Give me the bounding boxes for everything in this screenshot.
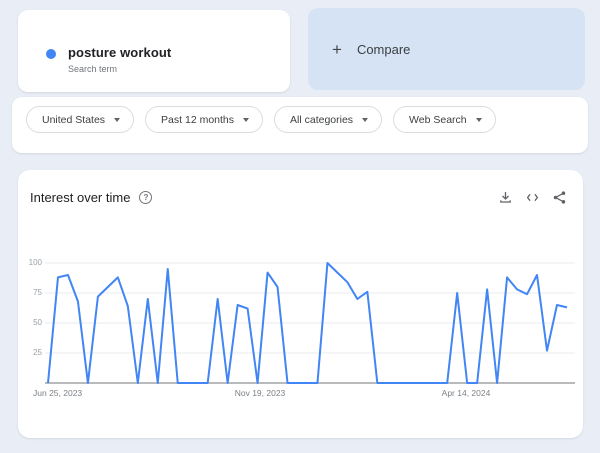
search-term-label: posture workout <box>68 45 171 60</box>
time-range-filter-dropdown[interactable]: Past 12 months <box>145 106 263 133</box>
category-filter-label: All categories <box>290 114 353 126</box>
region-filter-label: United States <box>42 114 105 126</box>
search-type-filter-dropdown[interactable]: Web Search <box>393 106 496 133</box>
y-axis-tick: 50 <box>20 318 42 327</box>
x-axis-tick: Nov 19, 2023 <box>235 388 286 398</box>
caret-down-icon <box>114 118 120 122</box>
caret-down-icon <box>476 118 482 122</box>
filter-bar: United States Past 12 months All categor… <box>12 97 588 153</box>
add-comparison-button[interactable]: + Compare <box>308 8 585 90</box>
google-trends-page: posture workout Search term + Compare Un… <box>0 0 600 453</box>
caret-down-icon <box>362 118 368 122</box>
search-term-subtitle: Search term <box>68 64 117 74</box>
trend-chart[interactable] <box>18 170 583 410</box>
search-term-card: posture workout Search term <box>18 10 290 92</box>
search-type-filter-label: Web Search <box>409 114 467 126</box>
y-axis-tick: 25 <box>20 348 42 357</box>
region-filter-dropdown[interactable]: United States <box>26 106 134 133</box>
gridlines <box>45 263 575 353</box>
category-filter-dropdown[interactable]: All categories <box>274 106 382 133</box>
x-axis-tick: Jun 25, 2023 <box>33 388 82 398</box>
time-range-filter-label: Past 12 months <box>161 114 234 126</box>
series-color-dot <box>46 49 56 59</box>
y-axis-tick: 100 <box>20 258 42 267</box>
x-axis-tick: Apr 14, 2024 <box>442 388 491 398</box>
caret-down-icon <box>243 118 249 122</box>
plus-icon: + <box>332 41 342 58</box>
interest-over-time-card: Interest over time ? <box>18 170 583 438</box>
compare-label: Compare <box>357 42 410 57</box>
y-axis-tick: 75 <box>20 288 42 297</box>
